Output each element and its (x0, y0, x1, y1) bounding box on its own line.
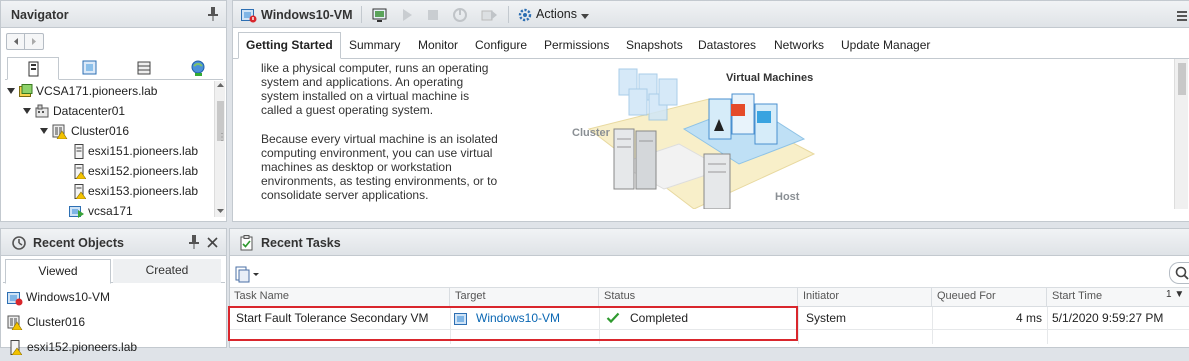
navigator-panel: Navigator VCSA171.pioneers.lab Datacente… (0, 0, 227, 222)
history-icon (11, 235, 27, 254)
diagram-label-cluster: Cluster (572, 127, 610, 139)
tree-item-label: Datacenter01 (53, 104, 126, 118)
tree-item-label: vcsa171 (88, 204, 133, 218)
description-paragraph: like a physical computer, runs an operat… (261, 61, 488, 117)
tab-hosts-clusters[interactable] (7, 57, 59, 80)
vm-running-icon (69, 204, 85, 221)
forward-button[interactable] (25, 34, 43, 49)
host-warning-icon (10, 340, 23, 361)
text-line: consolidate server applications. (261, 188, 429, 202)
navigator-title: Navigator (11, 8, 69, 22)
text-line: system installed on a virtual machine is (261, 89, 470, 103)
tab-networks[interactable]: Networks (774, 35, 824, 59)
tab-created[interactable]: Created (113, 259, 221, 283)
tab-configure[interactable]: Configure (475, 35, 527, 59)
inventory-tabs (5, 57, 223, 80)
vcenter-icon (19, 84, 33, 104)
text-line: computing environment, you can use virtu… (261, 146, 493, 160)
description-paragraph: Because every virtual machine is an isol… (261, 132, 498, 202)
resize-grip-icon[interactable]: ⋮ (217, 132, 227, 143)
host-warning-icon (74, 184, 87, 205)
text-line: Because every virtual machine is an isol… (261, 132, 498, 146)
host-icon (74, 144, 84, 165)
row-divider (932, 307, 933, 344)
pin-icon[interactable] (189, 235, 199, 252)
diagram-label-vms: Virtual Machines (726, 72, 814, 84)
recent-tasks-title: Recent Tasks (261, 236, 341, 250)
host-warning-icon (74, 164, 87, 185)
text-line: system and applications. An operating (261, 75, 464, 89)
text-line: environments, as testing environments, o… (261, 174, 498, 188)
tree-item-label: esxi153.pioneers.lab (88, 184, 199, 198)
tree-item-label: Cluster016 (71, 124, 130, 138)
expand-arrow-icon[interactable] (23, 108, 31, 114)
getting-started-content: like a physical computer, runs an operat… (234, 59, 1174, 209)
tab-datastores[interactable]: Datastores (698, 35, 756, 59)
tab-networking[interactable] (173, 57, 223, 80)
tree-item-label: VCSA171.pioneers.lab (36, 84, 158, 98)
diagram-label-host: Host (775, 191, 800, 203)
content-scrollbar[interactable] (1174, 59, 1188, 209)
nav-history-buttons (6, 33, 44, 50)
start-time-cell: 5/1/2020 9:59:27 PM (1052, 311, 1164, 325)
text-line: machines as desktop or workstation (261, 160, 452, 174)
queued-for-cell: 4 ms (1016, 311, 1043, 325)
inventory-tree: VCSA171.pioneers.lab Datacenter01 Cluste… (1, 81, 213, 221)
tab-snapshots[interactable]: Snapshots (626, 35, 683, 59)
sort-indicator[interactable]: 1 ▼ (1166, 289, 1184, 300)
recent-tasks-header: Recent Tasks (230, 229, 1189, 256)
text-line: like a physical computer, runs an operat… (261, 61, 489, 75)
tab-storage[interactable] (119, 57, 169, 80)
tab-permissions[interactable]: Permissions (544, 35, 609, 59)
initiator-cell: System (806, 311, 847, 325)
recent-objects-panel: Recent Objects Viewed Created Windows10-… (0, 228, 227, 356)
tree-item-label: esxi151.pioneers.lab (88, 144, 199, 158)
navigator-header: Navigator (1, 1, 226, 28)
task-filter-menu[interactable] (235, 265, 263, 283)
back-button[interactable] (7, 34, 25, 49)
tab-viewed[interactable]: Viewed (5, 259, 111, 284)
recent-objects-title: Recent Objects (33, 236, 125, 250)
search-icon[interactable] (1169, 262, 1189, 284)
column-header-status[interactable]: Status (599, 287, 798, 306)
column-header-target[interactable]: Target (450, 287, 599, 306)
close-icon[interactable] (207, 235, 219, 252)
tab-getting-started[interactable]: Getting Started (238, 32, 341, 59)
text-line: called a guest operating system. (261, 103, 434, 117)
pin-icon[interactable] (208, 7, 218, 21)
expand-arrow-icon[interactable] (40, 128, 48, 134)
cluster-warning-icon (7, 315, 23, 336)
navigator-scrollbar[interactable] (214, 81, 225, 217)
column-header-initiator[interactable]: Initiator (798, 287, 932, 306)
recent-objects-tabs: Viewed Created (3, 259, 225, 284)
tree-item-label: esxi152.pioneers.lab (88, 164, 199, 178)
vm-icon (7, 290, 23, 312)
column-header-task-name[interactable]: Task Name (229, 287, 450, 306)
object-panel: Windows10-VM Actions Getting Started Sum… (232, 0, 1189, 222)
row-divider (1047, 307, 1048, 344)
tab-summary[interactable]: Summary (349, 35, 400, 59)
expand-arrow-icon[interactable] (7, 88, 15, 94)
recent-object-label: esxi152.pioneers.lab (27, 340, 138, 354)
tab-vms-templates[interactable] (65, 57, 115, 80)
recent-objects-header: Recent Objects (1, 229, 226, 256)
vm-diagram: Cluster Virtual Machines Host (559, 59, 839, 209)
cluster-warning-icon (52, 124, 68, 145)
tasks-icon (240, 235, 254, 254)
column-header-queued-for[interactable]: Queued For (932, 287, 1047, 306)
row-divider (798, 307, 799, 344)
object-tabs: Getting Started Summary Monitor Configur… (233, 1, 1189, 59)
recent-object-label: Windows10-VM (26, 290, 111, 304)
tab-monitor[interactable]: Monitor (418, 35, 458, 59)
highlight-box (228, 306, 798, 341)
tab-update-manager[interactable]: Update Manager (841, 35, 930, 59)
datacenter-icon (35, 104, 49, 124)
recent-object-label: Cluster016 (27, 315, 86, 329)
